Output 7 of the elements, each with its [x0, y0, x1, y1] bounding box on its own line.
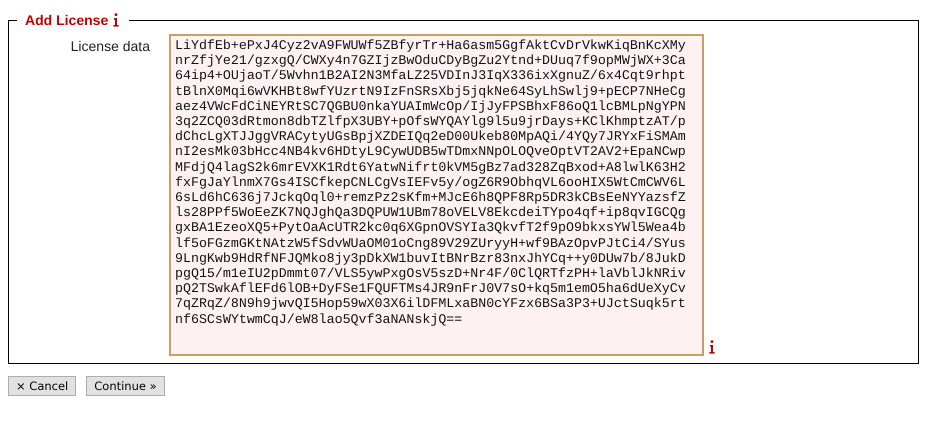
info-icon[interactable] [709, 340, 715, 354]
field-label: License data [70, 37, 151, 54]
license-data-field[interactable]: LiYdfEb+ePxJ4Cyz2vA9FWUWf5ZBfyrTr+Ha6asm5GgfAktCvDrVkwKiqBnKcXMy nrZfjYe21/gzxgQ/CWXy4n7GZIjzBwOduCDyBgZu2Ytnd+DUuq7f9opMWjWX+3Ca 64ip4+OUjaoT/5Wvhn1B2AI2N3MfaLZ25VDInJ3IqX336ixXgnuZ/6x4Cqt9rhpt tBlnX0Mqi6wVKHBt8wfYUzrtN9IzFnSRsXbj5jqkNe64SyLhSwlj9+pECP7NHeCg aez4VWcFdCiNEYRtSC7QGBU0nkaYUAImWcOp/IjJyFPSBhxF86oQ1lcBMLpNgYPN 3q2ZCQ03dRtmon8dbTZlfpX3UBY+pOfsWYQAYlg9l5u9jrDays+KClKhmptzAT/p dChcLgXTJJggVRACytyUGsBpjXZDEIQq2eD00Ukeb80MpAQi/4YQy7JRYxFiSMAm nI2esMk03bHcc4NB4kv6HDtyL9CywUDB5wTDmxNNpOLOQveOptVT2AV2+EpaNCwp MFdjQ4lagS2k6mrEVXK1Rdt6YatwNifrt0kVM5gBz7ad328ZqBxod+A8lwlK63H2 fxFgJaYlnmX7Gs4ISCfkepCNLCgVsIEFv5y/ogZ6R9ObhqVL6ooHIX5WtCmCWV6L 6sLd6hC636j7JckqOql0+remzPz2sKfm+MJcE6h8QPF8Rp5DR3kCBsEeNYYazsfZ ls28PPf5WoEeZK7NQJghQa3DQPUW1UBm78oVELV8EkcdeiTYpo4qf+ip8qvIGCQg gxBA1EzeoXQ5+PytOaAcUTR2kc0q6XGpnOVSYIa3QkvfT2f9pO9bkxsYWl5Wea4b lf5oFGzmGKtNAtzW5fSdvWUaOM01oCng89V29ZUryyH+wf9BAzOpvPJtCi4/SYus 9LngKwb9HdRfNFJQMko8jy3pDkXW1buvItBNrBzr83nxJhYCq++y0DUw7b/8JukD pgQ15/m1eIU2pDmmt07/VLS5ywPxgOsV5szD+Nr4F/0ClQRTfzPH+laVblJkNRiv pQ2TSwkAflEFd6lOB+DyFSe1FQUFTMs4JR9nFrJ0V7sO+kq5m1emO5ha6dUeXyCv 7qZRqZ/8N9h9jwvQI5Hop59wX03X6ilDFMLxaBN0cYFzx6BSa3P3+UJctSuqk5rt nf6SCsWYtwmCqJ/eW8lao5Qvf3aNANskjQ== [169, 34, 704, 356]
form-button[interactable]: Continue » [86, 376, 165, 396]
form-button[interactable]: × Cancel [8, 376, 76, 396]
info-icon[interactable] [113, 13, 120, 27]
panel-title: Add License [25, 12, 108, 28]
